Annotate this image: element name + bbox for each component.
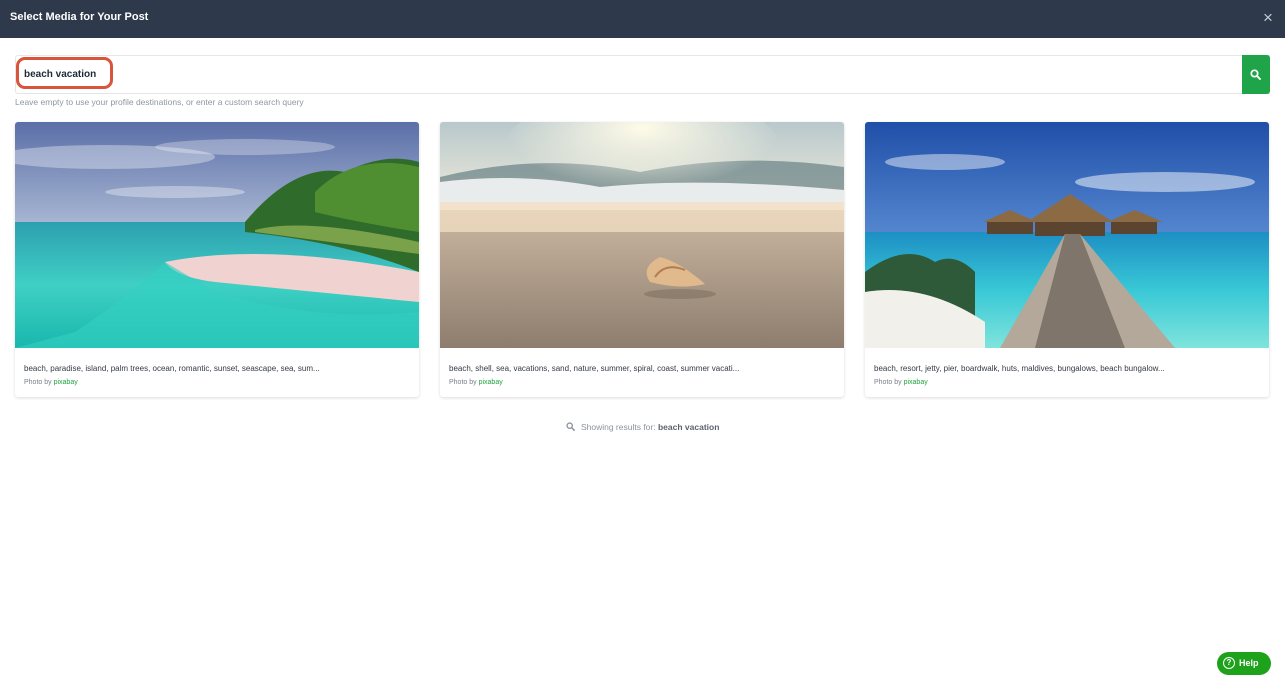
credit-link[interactable]: pixabay: [54, 379, 78, 386]
media-card[interactable]: beach, paradise, island, palm trees, oce…: [15, 122, 419, 397]
media-photo-shell-sand: [440, 122, 844, 348]
help-button[interactable]: ? Help: [1217, 652, 1271, 675]
media-card[interactable]: beach, shell, sea, vacations, sand, natu…: [440, 122, 844, 397]
media-credit: Photo by pixabay: [449, 379, 503, 386]
media-credit: Photo by pixabay: [874, 379, 928, 386]
modal-title: Select Media for Your Post: [10, 11, 149, 23]
results-summary: Showing results for: beach vacation: [0, 422, 1285, 432]
credit-prefix: Photo by: [874, 379, 902, 386]
media-card[interactable]: beach, resort, jetty, pier, boardwalk, h…: [865, 122, 1269, 397]
credit-prefix: Photo by: [24, 379, 52, 386]
close-button[interactable]: ×: [1261, 9, 1275, 27]
media-tags: beach, shell, sea, vacations, sand, natu…: [449, 364, 740, 373]
search-hint: Leave empty to use your profile destinat…: [15, 97, 304, 107]
search-button[interactable]: [1242, 55, 1270, 94]
help-label: Help: [1239, 658, 1259, 668]
modal-header: Select Media for Your Post ×: [0, 0, 1285, 38]
media-photo-island-beach: [15, 122, 419, 348]
media-tags: beach, resort, jetty, pier, boardwalk, h…: [874, 364, 1165, 373]
media-tags: beach, paradise, island, palm trees, oce…: [24, 364, 320, 373]
results-prefix: Showing results for:: [580, 422, 656, 432]
media-credit: Photo by pixabay: [24, 379, 78, 386]
credit-link[interactable]: pixabay: [904, 379, 928, 386]
credit-prefix: Photo by: [449, 379, 477, 386]
search-icon: [1250, 69, 1261, 80]
search-input[interactable]: [16, 56, 1242, 93]
question-circle-icon: ?: [1223, 657, 1235, 669]
results-query: beach vacation: [657, 422, 720, 432]
search-icon: [565, 422, 575, 431]
media-photo-jetty-huts: [865, 122, 1269, 348]
credit-link[interactable]: pixabay: [479, 379, 503, 386]
search-bar: [15, 55, 1270, 94]
